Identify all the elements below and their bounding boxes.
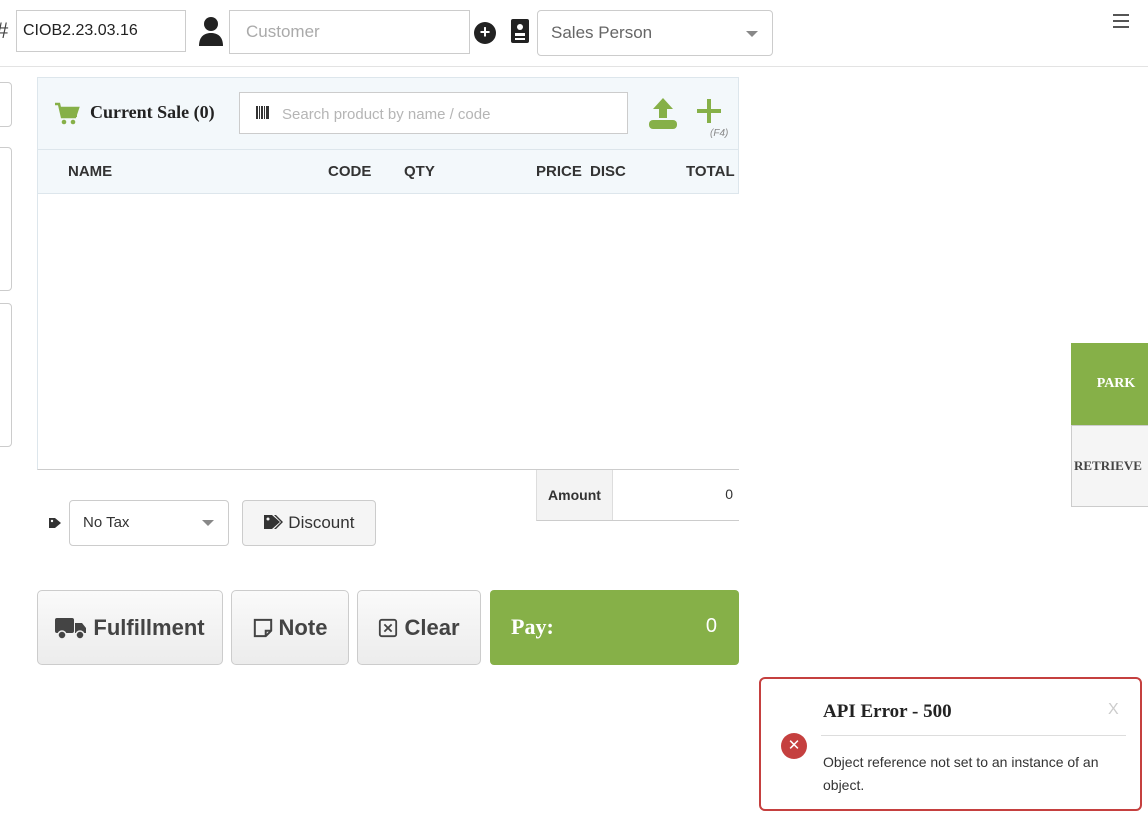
add-customer-icon[interactable]: + (474, 22, 496, 44)
retrieve-button[interactable]: RETRIEVE (1071, 425, 1148, 507)
fulfillment-label: Fulfillment (93, 614, 205, 640)
discount-label: Discount (288, 513, 355, 532)
plus-icon[interactable] (696, 98, 722, 124)
terminal-id-field[interactable]: CIOB2.23.03.16 (16, 10, 186, 52)
error-icon: ✕ (781, 733, 807, 759)
clear-button[interactable]: Clear (357, 590, 481, 665)
tag-icon (263, 515, 283, 529)
left-panel-middle[interactable] (0, 147, 12, 291)
product-search-input[interactable] (280, 93, 614, 135)
current-sale-header: Current Sale (0) (F4) (37, 77, 739, 150)
note-icon (253, 618, 272, 637)
sales-person-placeholder: Sales Person (551, 23, 653, 42)
menu-icon[interactable] (1113, 14, 1129, 28)
toast-close-button[interactable]: X (1108, 701, 1119, 719)
hash-icon: # (0, 18, 8, 44)
pay-button[interactable]: Pay: 0 (490, 590, 739, 665)
truck-icon (55, 617, 87, 640)
add-shortcut-hint: (F4) (710, 128, 729, 139)
column-name: NAME (68, 163, 113, 180)
tax-select[interactable]: No Tax (69, 500, 229, 546)
clear-icon (379, 618, 398, 637)
current-sale-title: Current Sale (0) (90, 102, 215, 122)
clear-label: Clear (404, 614, 460, 640)
chevron-down-icon (202, 520, 214, 526)
toast-message: Object reference not set to an instance … (823, 754, 1099, 793)
amount-label: Amount (537, 470, 613, 520)
left-panel-bottom[interactable] (0, 303, 12, 447)
note-label: Note (278, 614, 328, 640)
fulfillment-button[interactable]: Fulfillment (37, 590, 223, 665)
column-total: TOTAL (686, 163, 735, 180)
contact-card-icon[interactable] (510, 18, 530, 44)
left-panel-top[interactable] (0, 82, 12, 127)
amount-summary: Amount 0 (536, 470, 739, 521)
tag-icon (49, 518, 61, 528)
park-button[interactable]: PARK (1071, 343, 1148, 425)
sale-table-header: NAME CODE QTY PRICE DISC TOTAL (37, 150, 739, 194)
column-qty: QTY (404, 163, 435, 180)
product-search-box[interactable] (239, 92, 628, 135)
barcode-icon (256, 106, 269, 119)
amount-value: 0 (725, 486, 733, 502)
sale-table-body (37, 194, 739, 470)
upload-icon[interactable] (647, 96, 679, 130)
person-icon (199, 17, 223, 46)
pay-label: Pay: (511, 614, 554, 639)
customer-input[interactable] (229, 10, 470, 54)
column-disc: DISC (590, 163, 626, 180)
api-error-toast: ✕ API Error - 500 X Object reference not… (759, 677, 1142, 811)
toast-divider (821, 735, 1126, 736)
tax-selected-value: No Tax (83, 514, 130, 531)
sales-person-select[interactable]: Sales Person (537, 10, 773, 56)
column-price: PRICE (536, 163, 582, 180)
top-bar: # CIOB2.23.03.16 + Sales Person (0, 0, 1148, 67)
chevron-down-icon (746, 31, 758, 37)
toast-title: API Error - 500 (823, 701, 952, 722)
column-code: CODE (328, 163, 372, 180)
note-button[interactable]: Note (231, 590, 349, 665)
pay-total-value: 0 (705, 615, 717, 637)
cart-icon (55, 102, 80, 125)
discount-button[interactable]: Discount (242, 500, 376, 546)
